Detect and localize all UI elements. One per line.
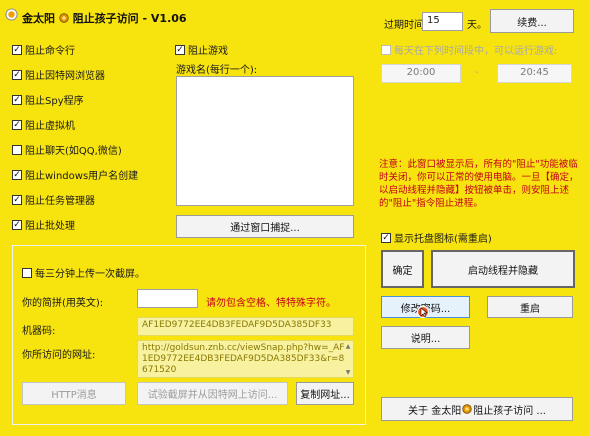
block-item-batch[interactable]: ✓ 阻止批处理 [12,217,75,232]
games-list-label: 游戏名(每行一个): [176,65,258,76]
schedule-separator: - [475,67,479,78]
test-screenshot-button[interactable]: 试验截屏并从因特网上访问... [137,382,288,405]
block-checkbox[interactable]: ✓ [12,169,22,180]
block-checkbox[interactable]: ✓ [12,69,22,80]
http-message-button[interactable]: HTTP消息 [22,382,126,405]
schedule-checkbox-row[interactable]: 每天在下列时间段中，可以运行游戏: [381,42,557,57]
main-window: 金太阳 阻止孩子访问 - V1.06 过期时间: 15 天。 续费... 每天在… [0,0,589,436]
expiry-unit: 天。 [467,20,487,31]
pinyin-label: 你的简拼(用英文): [22,298,104,309]
games-list-textarea[interactable] [176,76,354,206]
tray-checkbox-row[interactable]: ✓ 显示托盘图标(需重启) [381,230,492,245]
block-item-cmd[interactable]: ✓ 阻止命令行 [12,42,75,57]
copy-url-button[interactable]: 复制网址... [296,382,354,405]
schedule-from-input[interactable]: 20:00 [381,64,461,83]
pinyin-hint: 请勿包含空格、特特殊字符。 [206,298,336,309]
expiry-label: 过期时间: [384,20,428,31]
tray-checkbox[interactable]: ✓ [381,232,391,243]
block-games-checkbox-row[interactable]: ✓ 阻止游戏 [175,42,228,57]
machine-code-label: 机器码: [22,326,56,337]
help-button[interactable]: 说明... [381,326,470,349]
window-title: 金太阳 阻止孩子访问 - V1.06 [22,12,187,25]
block-item-vm[interactable]: ✓ 阻止虚拟机 [12,117,75,132]
block-checkbox[interactable]: ✓ [12,119,22,130]
ok-button[interactable]: 确定 [381,250,424,288]
about-button[interactable]: 关于 金太阳 阻止孩子访问 ... [381,397,573,421]
schedule-checkbox[interactable] [381,44,391,55]
schedule-label: 每天在下列时间段中，可以运行游戏: [394,46,558,57]
block-item-chat[interactable]: 阻止聊天(如QQ,微信) [12,142,122,157]
block-item-windows-user[interactable]: ✓ 阻止windows用户名创建 [12,167,138,182]
visit-url-label: 你所访问的网址: [22,350,96,361]
block-games-checkbox[interactable]: ✓ [175,44,185,55]
upload-checkbox-row[interactable]: 每三分钟上传一次截屏。 [22,265,145,280]
pinyin-input[interactable] [137,289,198,308]
capture-window-button[interactable]: 通过窗口捕捉... [176,215,354,238]
upload-checkbox[interactable] [22,267,32,278]
restart-button[interactable]: 重启 [487,296,573,318]
start-thread-hide-button[interactable]: 启动线程并隐藏 [431,250,575,288]
machine-code-field[interactable]: AF1ED9772EE4DB3FEDAF9D5DA385DF33 [137,317,354,336]
block-checkbox[interactable]: ✓ [12,44,22,55]
mouse-cursor-icon [416,305,430,319]
sun-logo-icon [5,8,18,21]
block-item-browser[interactable]: ✓ 阻止因特网浏览器 [12,67,105,82]
scroll-down-icon[interactable]: ▼ [344,368,352,376]
block-item-spy[interactable]: ✓ 阻止Spy程序 [12,92,84,107]
schedule-to-input[interactable]: 20:45 [497,64,572,83]
scroll-up-icon[interactable]: ▲ [344,342,352,350]
renew-button[interactable]: 续费... [490,9,574,33]
block-item-taskmgr[interactable]: ✓ 阻止任务管理器 [12,192,95,207]
block-checkbox[interactable]: ✓ [12,219,22,230]
sun-icon [462,404,472,414]
sun-icon [59,13,69,23]
visit-url-field[interactable]: http://goldsun.znb.cc/viewSnap.php?hw=_A… [137,340,354,378]
block-checkbox[interactable]: ✓ [12,94,22,105]
block-checkbox[interactable] [12,144,22,155]
expiry-days-input[interactable]: 15 [422,12,463,31]
note-text: 注意：此窗口被显示后，所有的"阻止"功能被临时关闭，你可以正常的使用电脑。一旦【… [379,159,579,209]
block-checkbox[interactable]: ✓ [12,194,22,205]
